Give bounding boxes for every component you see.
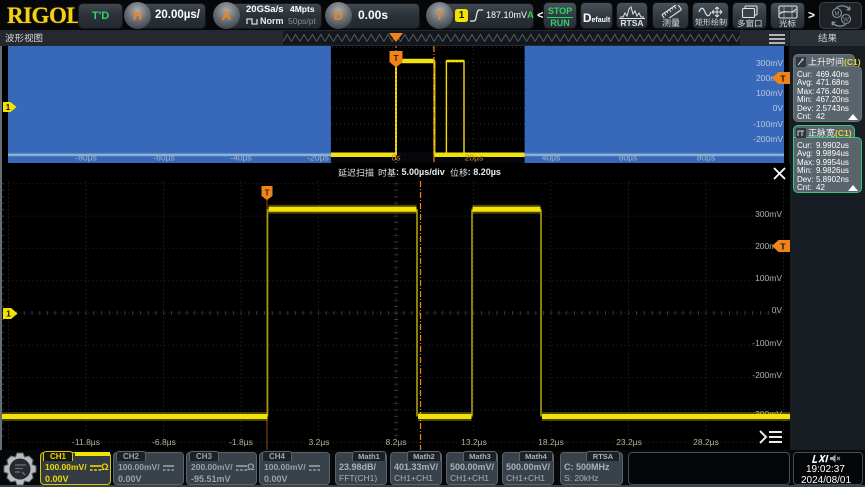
svg-text:20µs: 20µs [465, 153, 484, 163]
svg-text:-1.8µs: -1.8µs [229, 437, 253, 447]
svg-text:0V: 0V [773, 103, 784, 113]
svg-text:1: 1 [6, 103, 11, 112]
svg-text:-100mV: -100mV [753, 119, 783, 129]
svg-text:-200mV: -200mV [752, 370, 782, 380]
svg-text:8.2µs: 8.2µs [386, 437, 407, 447]
svg-text:T: T [265, 188, 270, 197]
svg-text:40µs: 40µs [542, 153, 561, 163]
svg-text:T: T [780, 242, 786, 252]
svg-text:-20µs: -20µs [307, 153, 328, 163]
svg-text:-40µs: -40µs [230, 153, 251, 163]
svg-text:300mV: 300mV [755, 209, 782, 219]
svg-text:1: 1 [6, 309, 11, 319]
svg-text:80µs: 80µs [697, 153, 716, 163]
svg-text:100mV: 100mV [755, 273, 782, 283]
svg-text:13.2µs: 13.2µs [461, 437, 487, 447]
svg-text:100mV: 100mV [756, 88, 783, 98]
svg-text:-60µs: -60µs [153, 153, 174, 163]
svg-text:-100mV: -100mV [752, 338, 782, 348]
svg-text:T: T [393, 53, 399, 63]
svg-text:28.2µs: 28.2µs [693, 437, 719, 447]
svg-text:23.2µs: 23.2µs [616, 437, 642, 447]
svg-text:-80µs: -80µs [75, 153, 96, 163]
svg-text:300mV: 300mV [756, 58, 783, 68]
svg-text:18.2µs: 18.2µs [538, 437, 564, 447]
svg-text:W: W [843, 18, 849, 24]
svg-text:-11.8µs: -11.8µs [72, 437, 100, 447]
svg-text:0V: 0V [772, 305, 783, 315]
svg-text:-200mV: -200mV [753, 134, 783, 144]
svg-text:-6.8µs: -6.8µs [152, 437, 176, 447]
svg-text:3.2µs: 3.2µs [309, 437, 330, 447]
svg-text:M: M [834, 12, 839, 18]
svg-text:60µs: 60µs [619, 153, 638, 163]
svg-text:T: T [780, 74, 786, 84]
